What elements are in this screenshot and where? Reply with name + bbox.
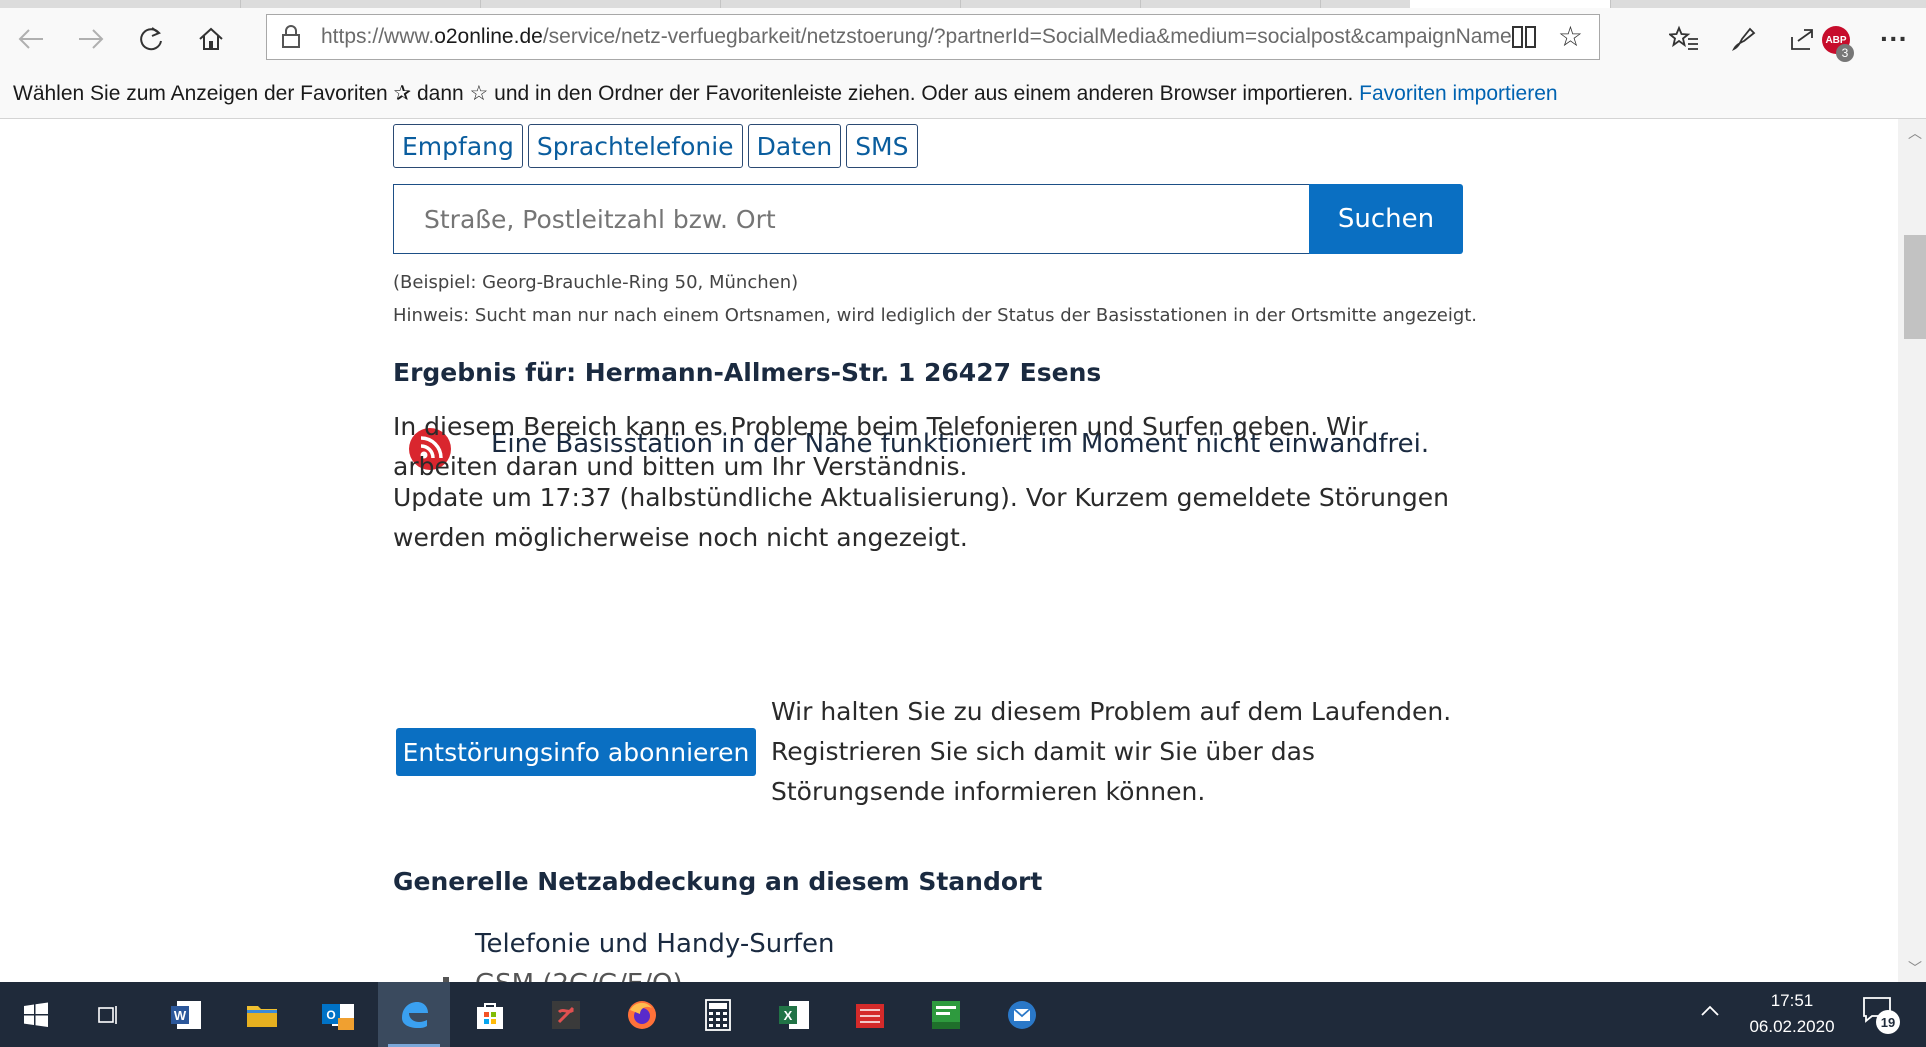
refresh-button[interactable] [122,8,180,70]
browser-tab-strip [0,0,1926,8]
favorites-bar-message: Wählen Sie zum Anzeigen der Favoriten ✰ … [13,82,1558,105]
browser-toolbar: https://www.o2online.de/service/netz-ver… [0,8,1926,70]
browser-tab[interactable] [240,0,481,8]
tab-sms[interactable]: SMS [846,124,918,168]
browser-tab[interactable] [720,0,961,8]
scroll-up-icon[interactable]: ︿ [1904,123,1926,143]
store-icon [477,1002,503,1029]
refresh-icon [140,27,162,51]
result-heading: Ergebnis für: Hermann-Allmers-Str. 1 264… [393,358,1102,387]
more-menu-icon[interactable]: ··· [1866,8,1922,70]
browser-tab[interactable] [0,0,241,8]
home-button[interactable] [182,8,240,70]
arrow-right-icon [79,29,104,49]
scroll-down-icon[interactable]: ﹀ [1904,958,1926,978]
pinned-app-blue[interactable] [986,982,1058,1047]
outlook-app[interactable]: O [302,982,374,1047]
outlook-icon: O [322,1003,354,1030]
page-scrollbar[interactable]: ︿ ﹀ [1898,119,1926,982]
home-icon [199,27,223,50]
svg-text:W: W [174,1008,187,1023]
chevron-up-icon[interactable] [1700,1000,1720,1023]
windows-logo-icon [24,1002,48,1027]
update-paragraph: Update um 17:37 (halbstündliche Aktualis… [393,483,1449,552]
svg-text:O: O [326,1008,335,1022]
calculator-icon [705,998,731,1031]
pinned-app-s[interactable] [530,982,602,1047]
word-icon: W [171,1000,201,1029]
forward-button[interactable] [62,8,120,70]
search-hint: Hinweis: Sucht man nur nach einem Ortsna… [393,305,1478,326]
subscribe-info: Wir halten Sie zu diesem Problem auf dem… [771,697,1452,806]
tab-empfang[interactable]: Empfang [393,124,523,168]
pinned-app-red[interactable] [834,982,906,1047]
browser-tab[interactable] [480,0,721,8]
adblock-count-badge: 3 [1836,44,1854,62]
excel-app[interactable]: X [758,982,830,1047]
windows-start-button[interactable] [0,982,72,1047]
web-page: Empfang Sprachtelefonie Daten SMS Suchen… [0,119,1898,982]
folder-icon [247,1005,277,1027]
url-text[interactable]: https://www.o2online.de/service/netz-ver… [321,15,1511,59]
word-app[interactable]: W [150,982,222,1047]
tab-sprachtelefonie[interactable]: Sprachtelefonie [527,124,743,168]
search-example: (Beispiel: Georg-Brauchle-Ring 50, Münch… [393,272,799,293]
firefox-app[interactable] [606,982,678,1047]
subscribe-button[interactable]: Entstörungsinfo abonnieren [396,728,756,776]
system-clock[interactable]: 17:51 06.02.2020 [1744,988,1840,1040]
favorites-hub-icon[interactable] [1656,8,1712,70]
pinned-app-green[interactable] [910,982,982,1047]
pen-icon[interactable] [1716,8,1772,70]
clock-date: 06.02.2020 [1749,1017,1835,1036]
app-s-icon [552,1000,580,1029]
edge-app[interactable] [378,982,450,1047]
store-app[interactable] [454,982,526,1047]
address-search: Suchen [393,184,1463,254]
arrow-left-icon [18,29,43,49]
edge-icon [402,1001,428,1028]
calculator-app[interactable] [682,982,754,1047]
svg-text:X: X [784,1008,793,1023]
disruption-paragraph: In diesem Bereich kann es Probleme beim … [393,412,1368,481]
coverage-subheading: Telefonie und Handy-Surfen [475,929,835,959]
import-favorites-link[interactable]: Favoriten importieren [1359,82,1557,105]
favorites-bar: Wählen Sie zum Anzeigen der Favoriten ✰ … [0,70,1926,119]
coverage-item: GSM (2G/G/E/O) [475,969,683,982]
service-tabs: Empfang Sprachtelefonie Daten SMS [393,124,918,168]
browser-tab[interactable] [1140,0,1321,8]
clock-time: 17:51 [1770,991,1814,1010]
excel-icon: X [779,1000,809,1029]
search-button[interactable]: Suchen [1309,184,1463,254]
tab-daten[interactable]: Daten [747,124,842,168]
favorite-star-icon[interactable]: ☆ [1558,20,1583,53]
browser-tab-active[interactable] [1410,0,1611,8]
windows-taskbar: W O X 17:51 06.02.2020 19 [0,982,1926,1047]
reading-view-icon[interactable] [1511,23,1537,56]
notification-count-badge: 19 [1876,1010,1900,1034]
address-bar[interactable]: https://www.o2online.de/service/netz-ver… [266,14,1600,60]
file-explorer-app[interactable] [226,982,298,1047]
action-center-button[interactable]: 19 [1862,996,1900,1034]
green-app-icon [932,1000,960,1029]
task-view-icon [98,1005,117,1024]
firefox-icon [628,1000,656,1029]
red-app-icon [856,1003,884,1028]
scrollbar-thumb[interactable] [1904,235,1926,339]
address-search-input[interactable] [393,184,1311,254]
task-view-button[interactable] [72,982,144,1047]
blue-app-icon [1008,1000,1036,1029]
lock-icon[interactable] [277,23,305,51]
back-button[interactable] [2,8,60,70]
coverage-heading: Generelle Netzabdeckung an diesem Stando… [393,867,1043,896]
browser-tab[interactable] [960,0,1141,8]
